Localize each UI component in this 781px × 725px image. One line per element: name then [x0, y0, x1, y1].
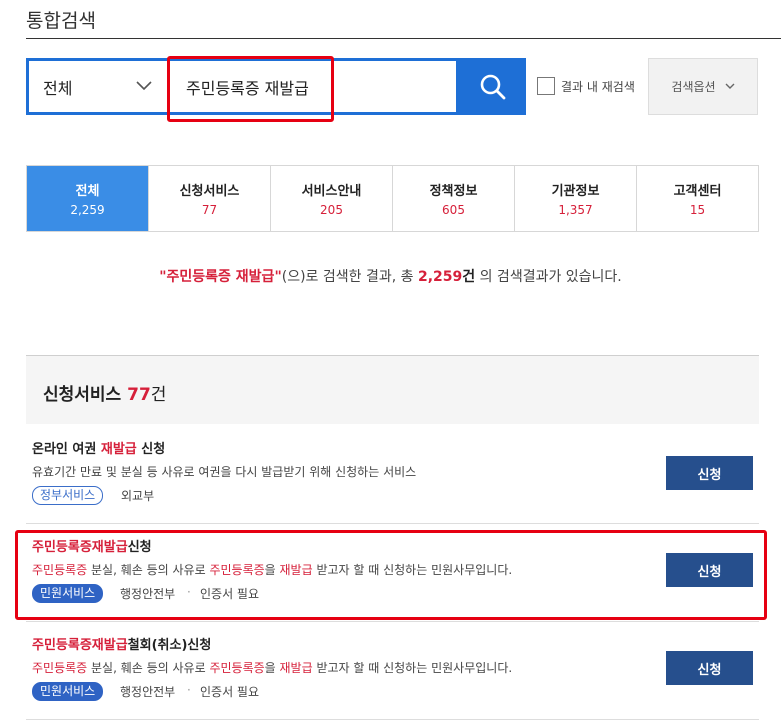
service-type-badge: 정부서비스	[32, 486, 104, 505]
tab-label: 신청서비스	[179, 184, 240, 199]
search-button[interactable]	[459, 58, 526, 115]
list-item: 온라인 여권 재발급 신청 유효기간 만료 및 분실 등 사유로 여권을 다시 …	[26, 427, 759, 524]
tab-count: 205	[320, 203, 343, 217]
desc-highlight: 주민등록증	[32, 661, 88, 675]
item-title-highlight: 주민등록증재발급	[32, 638, 128, 653]
title-divider	[26, 38, 781, 39]
tab-agency-info[interactable]: 기관정보 1,357	[514, 166, 636, 231]
tab-count: 1,357	[558, 203, 593, 217]
item-title-text: 철회(취소)신청	[127, 638, 212, 653]
service-type-badge: 민원서비스	[32, 682, 104, 701]
result-summary: "주민등록증 재발급"(으)로 검색한 결과, 총 2,259건 의 검색결과가…	[0, 266, 781, 286]
tab-policy-info[interactable]: 정책정보 605	[392, 166, 514, 231]
item-title[interactable]: 주민등록증재발급철회(취소)신청	[32, 634, 211, 653]
apply-button[interactable]: 신청	[666, 456, 753, 490]
query-highlight-box	[167, 56, 334, 122]
section-count: 77	[127, 385, 151, 405]
item-title-highlight: 재발급	[100, 442, 137, 457]
desc-highlight: 주민등록증	[209, 661, 265, 675]
section-header: 신청서비스 77건	[26, 356, 759, 424]
search-options-label: 검색옵션	[671, 80, 716, 94]
apply-button[interactable]: 신청	[666, 651, 753, 685]
summary-unit: 건	[462, 269, 476, 285]
tab-customer-center[interactable]: 고객센터 15	[636, 166, 758, 231]
section-title-label: 신청서비스	[43, 385, 122, 405]
tab-application-services[interactable]: 신청서비스 77	[148, 166, 270, 231]
tab-count: 15	[689, 203, 706, 217]
tab-count: 77	[201, 203, 218, 217]
summary-keyword: "주민등록증 재발급"	[159, 269, 282, 285]
tab-label: 기관정보	[551, 184, 600, 199]
desc-highlight: 재발급	[279, 661, 313, 675]
section-title: 신청서비스 77건	[43, 380, 166, 405]
tab-count: 605	[442, 203, 465, 217]
desc-text: 을	[264, 661, 280, 675]
chevron-down-icon	[725, 83, 735, 89]
tab-label: 전체	[75, 184, 100, 199]
list-item: 주민등록증재발급철회(취소)신청 주민등록증 분실, 훼손 등의 사유로 주민등…	[26, 623, 759, 720]
search-icon	[480, 74, 505, 99]
summary-total: 2,259	[417, 269, 463, 285]
desc-text: 분실, 훼손 등의 사유로	[87, 661, 210, 675]
meta-separator: ·	[187, 683, 191, 697]
tab-label: 서비스안내	[301, 184, 362, 199]
section-unit: 건	[150, 385, 167, 405]
tab-service-guide[interactable]: 서비스안내 205	[270, 166, 392, 231]
tab-count: 2,259	[70, 203, 105, 217]
tab-label: 정책정보	[429, 184, 478, 199]
chevron-down-icon[interactable]	[136, 79, 152, 91]
category-tabs: 전체 2,259 신청서비스 77 서비스안내 205 정책정보 605 기관정…	[26, 165, 759, 232]
search-options-button[interactable]: 검색옵션	[648, 58, 758, 115]
item-title[interactable]: 온라인 여권 재발급 신청	[32, 438, 165, 457]
item-cert-required: 인증서 필요	[200, 685, 260, 699]
item-title-text: 신청	[136, 442, 166, 457]
tab-label: 고객센터	[673, 184, 722, 199]
item-description: 유효기간 만료 및 분실 등 사유로 여권을 다시 발급받기 위해 신청하는 서…	[32, 465, 417, 479]
result-highlight-box	[15, 530, 767, 620]
re-search-checkbox[interactable]	[537, 77, 555, 95]
tab-all[interactable]: 전체 2,259	[27, 166, 148, 231]
item-agency: 행정안전부	[120, 685, 176, 699]
item-description: 주민등록증 분실, 훼손 등의 사유로 주민등록증을 재발급 받고자 할 때 신…	[32, 659, 512, 676]
summary-text: 의 검색결과가 있습니다.	[475, 269, 622, 285]
re-search-label: 결과 내 재검색	[561, 80, 635, 94]
item-title-text: 온라인 여권	[32, 442, 101, 457]
summary-text: (으)로 검색한 결과, 총	[281, 269, 418, 285]
desc-text: 받고자 할 때 신청하는 민원사무입니다.	[312, 661, 513, 675]
item-agency: 외교부	[121, 489, 155, 503]
category-select-value: 전체	[43, 78, 73, 98]
page-title: 통합검색	[26, 10, 96, 32]
